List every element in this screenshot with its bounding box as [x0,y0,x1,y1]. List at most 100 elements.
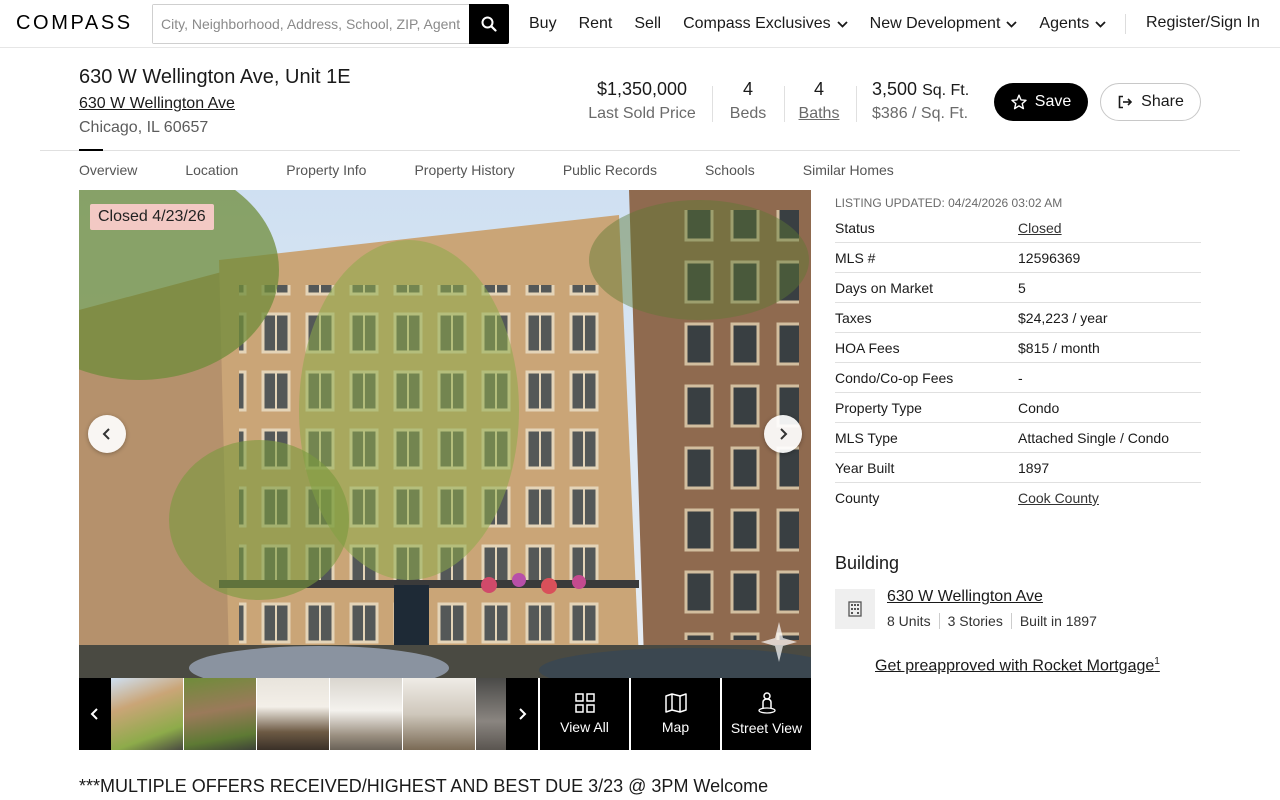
person-icon [757,692,776,714]
search-icon [481,16,497,32]
detail-label: Condo/Co-op Fees [835,369,954,386]
photo-prev-button[interactable] [88,415,126,453]
tab-overview[interactable]: Overview [79,162,137,178]
search-input[interactable] [153,5,469,43]
building-photo [79,190,811,678]
detail-row-taxes: Taxes $24,223 / year [835,303,1201,333]
photo-thumbnail[interactable] [403,678,475,750]
nav-label: Agents [1039,15,1090,32]
status-link[interactable]: Closed [1018,220,1062,236]
star-icon [1011,94,1027,110]
detail-value: $24,223 / year [1018,309,1108,326]
baths-label[interactable]: Baths [797,105,841,123]
price-per-sqft: $386 / Sq. Ft. [872,105,969,122]
thumbnails-prev-button[interactable] [79,678,111,750]
sqft-unit: Sq. Ft. [922,82,970,99]
price-value: $1,350,000 [596,79,688,99]
main-photo[interactable]: Closed 4/23/26 [79,190,811,678]
nav-buy[interactable]: Buy [529,15,557,33]
sqft-value: 3,500 [872,79,918,99]
photo-thumbnail[interactable] [330,678,402,750]
view-all-photos-button[interactable]: View All [540,678,629,750]
beds-label: Beds [729,105,767,122]
rocket-mortgage-link[interactable]: Get preapproved with Rocket Mortgage1 [875,656,1160,675]
county-link[interactable]: Cook County [1018,490,1099,506]
nav-label: New Development [869,15,1001,32]
chevron-right-icon [780,428,788,440]
detail-row-days-on-market: Days on Market 5 [835,273,1201,303]
building-icon [835,589,875,629]
detail-value: Condo [1018,399,1060,416]
detail-row-status: Status Closed [835,213,1201,243]
register-signin-link[interactable]: Register/Sign In [1146,14,1260,32]
detail-label: Status [835,219,875,236]
nav-rent[interactable]: Rent [579,15,613,33]
save-label: Save [1034,93,1072,110]
nav-label: Compass Exclusives [683,15,831,32]
sqft-line: 3,500 Sq. Ft. [872,79,972,100]
photo-thumbnail[interactable] [257,678,329,750]
detail-label: Taxes [835,309,872,326]
nav-label: Buy [529,15,557,32]
building-year-built: Built in 1897 [1019,613,1097,629]
listing-details-table: Status Closed MLS # 12596369 Days on Mar… [835,213,1201,513]
building-name-link[interactable]: 630 W Wellington Ave [887,588,1043,606]
share-label: Share [1141,93,1184,110]
baths-stat[interactable]: 4 Baths [797,79,841,123]
stat-divider [784,86,785,122]
detail-value: $815 / month [1018,339,1100,356]
nav-sell[interactable]: Sell [634,15,661,33]
nav-new-development[interactable]: New Development [870,15,1018,33]
detail-label: Property Type [835,399,922,416]
price-label: Last Sold Price [588,105,696,122]
detail-label: County [835,490,880,506]
thumbnails-next-button[interactable] [506,678,538,750]
detail-label: MLS # [835,249,876,266]
street-view-button[interactable]: Street View [722,678,811,750]
detail-row-mls-type: MLS Type Attached Single / Condo [835,423,1201,453]
tab-similar-homes[interactable]: Similar Homes [803,162,894,178]
chevron-left-icon [102,428,110,440]
tab-schools[interactable]: Schools [705,162,755,178]
chevron-left-icon [90,708,98,720]
nav-label: Rent [578,15,613,32]
map-button[interactable]: Map [631,678,720,750]
photo-thumbnail[interactable] [476,678,506,750]
building-heading: Building [835,553,900,573]
listing-title: 630 W Wellington Ave, Unit 1E [79,66,351,88]
share-button[interactable]: Share [1100,83,1201,121]
nav-label: Sell [634,15,662,32]
listing-updated: LISTING UPDATED: 04/24/2026 03:02 AM [835,196,1063,210]
detail-row-county: County Cook County [835,483,1201,513]
stat-divider [856,86,857,122]
share-icon [1118,95,1133,109]
nav-agents[interactable]: Agents [1039,15,1106,33]
building-address-link[interactable]: 630 W Wellington Ave [79,95,235,113]
photo-thumbnail[interactable] [184,678,256,750]
price-stat: $1,350,000 Last Sold Price [586,79,698,123]
grid-icon [574,693,595,713]
search-button[interactable] [469,4,509,44]
detail-label: MLS Type [835,429,898,446]
chevron-down-icon [1006,20,1018,28]
compass-logo[interactable]: COMPASS [16,12,133,35]
tab-public-records[interactable]: Public Records [563,162,657,178]
detail-value: 12596369 [1018,249,1081,266]
view-all-label: View All [560,719,609,735]
thumbnail-strip: View All Map Street View [79,678,811,750]
section-tabs: Overview Location Property Info Property… [79,162,942,178]
beds-stat: 4 Beds [726,79,770,123]
top-navigation: COMPASS Buy Rent Sell Compass Exclusives… [0,0,1280,48]
nav-compass-exclusives[interactable]: Compass Exclusives [683,15,848,33]
save-button[interactable]: Save [994,83,1088,121]
tab-location[interactable]: Location [185,162,238,178]
beds-value: 4 [742,79,753,99]
baths-value: 4 [813,79,824,99]
search-box [152,4,509,44]
photo-thumbnail[interactable] [111,678,183,750]
photo-next-button[interactable] [764,415,802,453]
detail-value: Attached Single / Condo [1018,429,1169,446]
map-label: Map [661,719,690,735]
tab-property-info[interactable]: Property Info [286,162,366,178]
tab-property-history[interactable]: Property History [414,162,514,178]
